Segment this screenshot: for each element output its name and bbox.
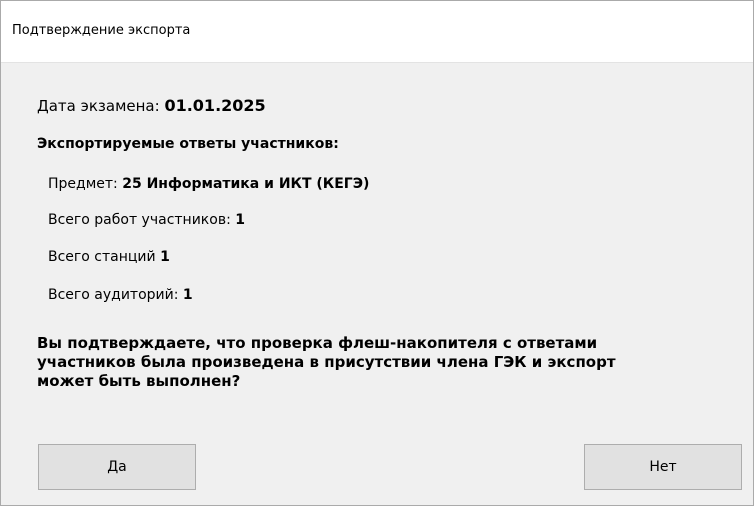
rooms-row: Всего аудиторий: 1: [48, 287, 193, 303]
works-row: Всего работ участников: 1: [48, 212, 245, 228]
subject-value: 25 Информатика и ИКТ (КЕГЭ): [122, 176, 370, 192]
confirmation-question: Вы подтверждаете, что проверка флеш-нако…: [37, 334, 737, 391]
rooms-label: Всего аудиторий:: [48, 287, 179, 303]
works-value: 1: [235, 212, 245, 228]
subject-label: Предмет:: [48, 176, 118, 192]
stations-row: Всего станций 1: [48, 249, 170, 265]
question-line-3: может быть выполнен?: [37, 372, 241, 390]
works-label: Всего работ участников:: [48, 212, 231, 228]
question-line-2: участников была произведена в присутстви…: [37, 353, 616, 371]
stations-value: 1: [160, 249, 170, 265]
no-button[interactable]: Нет: [584, 444, 742, 490]
dialog-title: Подтверждение экспорта: [12, 23, 191, 38]
section-heading: Экспортируемые ответы участников:: [37, 136, 339, 152]
stations-label: Всего станций: [48, 249, 156, 265]
exam-date-value: 01.01.2025: [164, 96, 266, 115]
subject-row: Предмет: 25 Информатика и ИКТ (КЕГЭ): [48, 176, 369, 192]
rooms-value: 1: [182, 287, 193, 303]
exam-date-row: Дата экзамена: 01.01.2025: [37, 96, 266, 115]
exam-date-label: Дата экзамена:: [37, 97, 160, 115]
dialog-titlebar: Подтверждение экспорта: [1, 1, 753, 63]
question-line-1: Вы подтверждаете, что проверка флеш-нако…: [37, 334, 598, 352]
yes-button[interactable]: Да: [38, 444, 196, 490]
export-confirmation-dialog: Подтверждение экспорта Дата экзамена: 01…: [0, 0, 754, 506]
